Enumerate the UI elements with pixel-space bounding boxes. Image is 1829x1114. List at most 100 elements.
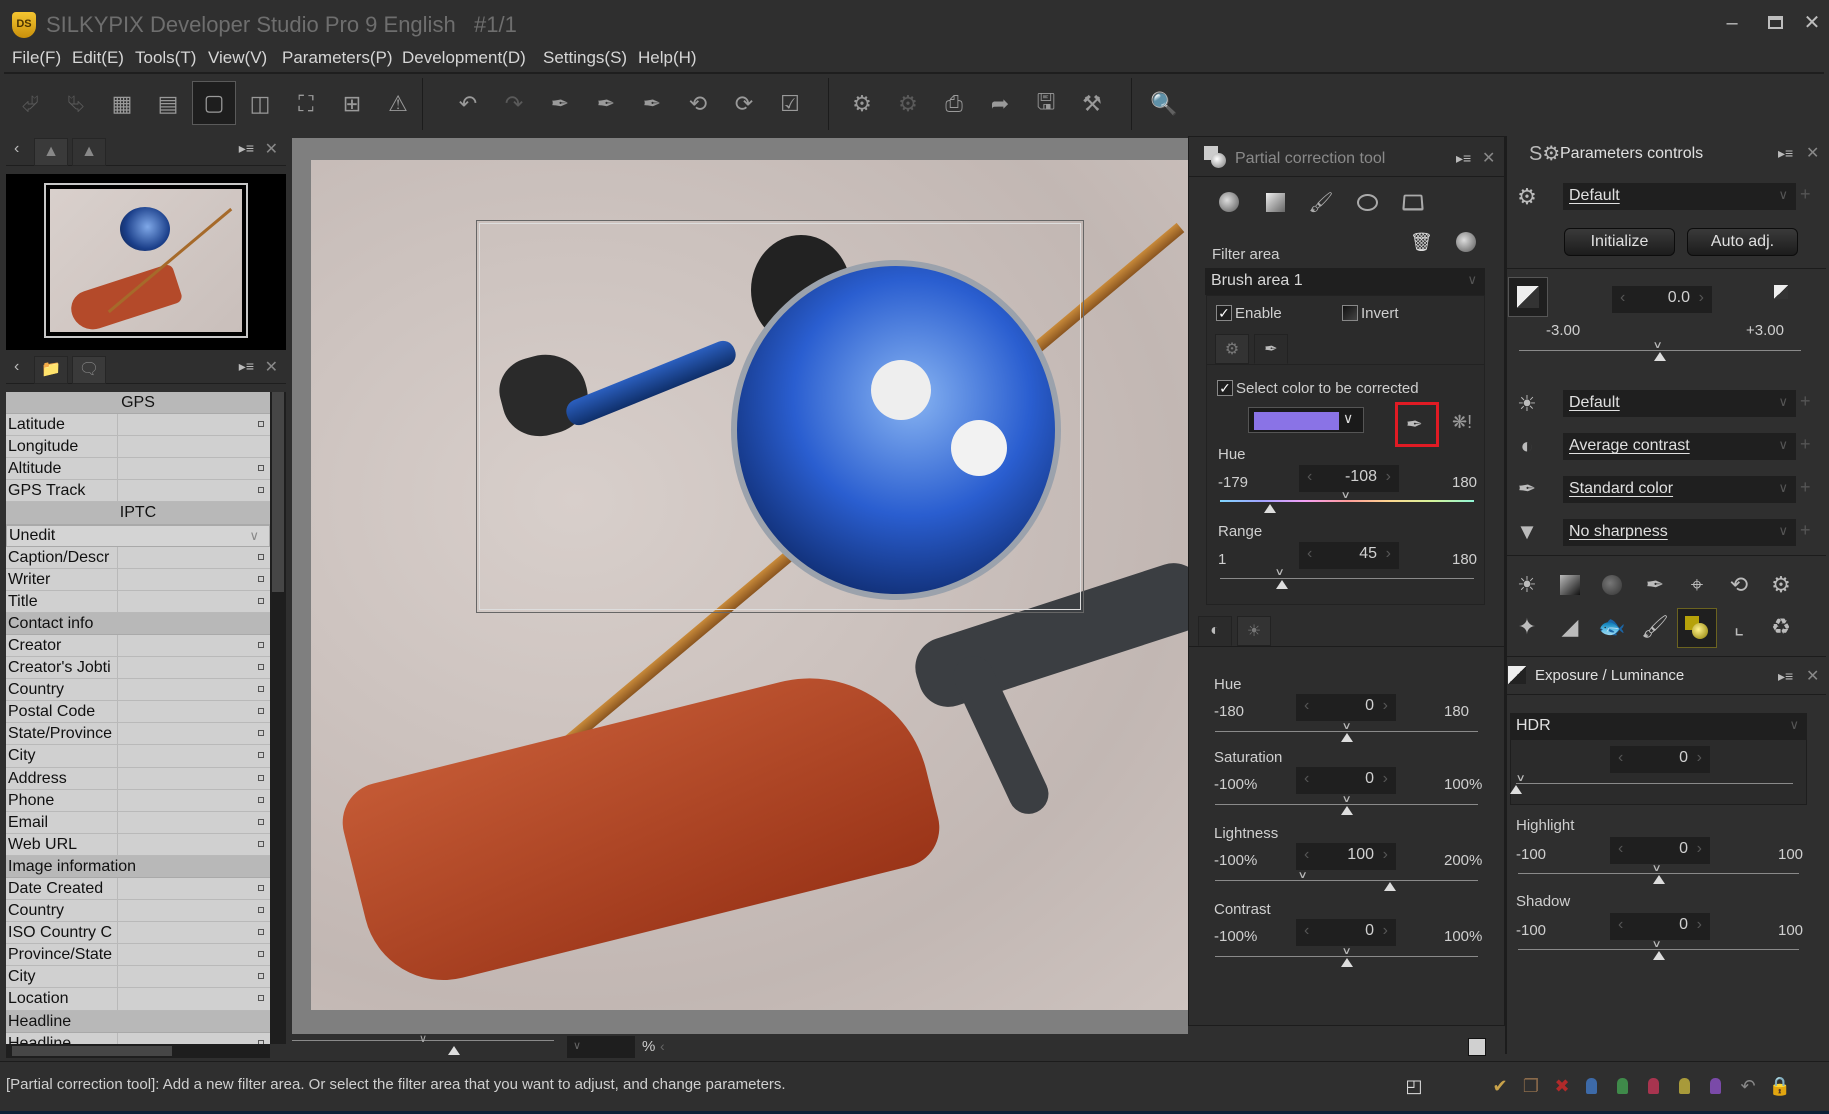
hdr-slider[interactable]: [1516, 783, 1793, 784]
metadata-row[interactable]: Province/State: [6, 944, 270, 967]
edit-box-icon[interactable]: [258, 951, 264, 958]
white-balance-select[interactable]: Default ∨: [1563, 390, 1796, 417]
panel-menu-icon[interactable]: ▸≡: [239, 358, 254, 375]
fullscreen-button[interactable]: ⛶: [286, 84, 326, 124]
panel-close-icon[interactable]: ✕: [1482, 148, 1495, 168]
increment-icon[interactable]: ›: [1697, 916, 1702, 934]
range-spinbox[interactable]: ‹ 45 ›: [1299, 542, 1399, 569]
decrement-icon[interactable]: ‹: [1304, 846, 1309, 864]
add-taste-button[interactable]: +: [1800, 184, 1811, 205]
metadata-row[interactable]: Longitude: [6, 436, 270, 459]
noise-reduction-tool[interactable]: [1597, 570, 1627, 600]
navigator-tab[interactable]: ▲: [34, 138, 68, 166]
edit-box-icon[interactable]: [258, 840, 264, 847]
hdr-select[interactable]: HDR ∨: [1510, 713, 1807, 740]
exposure-thumb[interactable]: [1654, 352, 1666, 361]
red-tag-icon[interactable]: [1648, 1078, 1659, 1094]
thumbnail-grid-button[interactable]: ▦: [102, 84, 142, 124]
export-button[interactable]: ➦: [980, 84, 1020, 124]
zoom-slider-thumb[interactable]: [448, 1046, 460, 1055]
metadata-row[interactable]: City: [6, 745, 270, 768]
single-preview-button[interactable]: ▢: [192, 81, 236, 125]
lightness-spinbox[interactable]: ‹ 100 ›: [1296, 843, 1396, 870]
edit-box-icon[interactable]: [258, 664, 264, 671]
grid-overlay-button[interactable]: ⊞: [332, 84, 372, 124]
panel-close-icon[interactable]: ✕: [265, 139, 278, 159]
rotation-tool[interactable]: ⟲: [1724, 570, 1754, 600]
metadata-row[interactable]: Altitude: [6, 458, 270, 481]
decrement-icon[interactable]: ‹: [1618, 749, 1623, 767]
saturation-spinbox[interactable]: ‹ 0 ›: [1296, 767, 1396, 794]
compare-view-button[interactable]: ◫: [240, 84, 280, 124]
metadata-row[interactable]: State/Province: [6, 723, 270, 746]
hue-thumb[interactable]: [1340, 733, 1353, 742]
white-balance-picker-button[interactable]: ✒: [540, 84, 580, 124]
initialize-button[interactable]: Initialize: [1564, 228, 1675, 256]
invert-checkbox[interactable]: [1342, 305, 1358, 321]
filter-settings-tab[interactable]: ⚙: [1215, 334, 1249, 364]
check-mark-icon[interactable]: ✔: [1490, 1075, 1510, 1097]
highlight-thumb[interactable]: [1652, 875, 1665, 884]
mark-check-button[interactable]: ☑: [770, 84, 810, 124]
increment-icon[interactable]: ›: [1699, 289, 1704, 307]
increment-icon[interactable]: ›: [1383, 770, 1388, 788]
hue-select-thumb[interactable]: [1264, 504, 1277, 513]
circular-gradient-tool[interactable]: [1216, 189, 1242, 215]
metadata-row[interactable]: Address: [6, 767, 270, 790]
selection-rectangle[interactable]: [476, 220, 1084, 613]
navigator-toggle-icon[interactable]: [1468, 1038, 1486, 1056]
panel-splitter[interactable]: [1505, 136, 1507, 1054]
page-icon[interactable]: ◰: [1404, 1075, 1424, 1097]
scroll-left-icon[interactable]: ‹: [660, 1038, 665, 1054]
advanced-settings-tool[interactable]: ⚙: [1766, 570, 1796, 600]
hue-select-spinbox[interactable]: ‹ -108 ›: [1299, 465, 1399, 492]
menu-help[interactable]: Help(H): [638, 48, 697, 68]
edit-box-icon[interactable]: [258, 907, 264, 914]
add-color-button[interactable]: +: [1800, 477, 1811, 498]
decrement-icon[interactable]: ‹: [1307, 468, 1312, 486]
metadata-row[interactable]: Creator's Jobti: [6, 657, 270, 680]
edit-box-icon[interactable]: [258, 774, 264, 781]
linear-gradient-tool[interactable]: [1262, 189, 1288, 215]
hdr-thumb[interactable]: [1510, 785, 1522, 794]
decrement-icon[interactable]: ‹: [1620, 289, 1625, 307]
color-picker-tool[interactable]: ✒: [1640, 570, 1670, 600]
next-image-button[interactable]: ⮱: [56, 84, 96, 124]
tone-select[interactable]: Average contrast ∨: [1563, 433, 1796, 460]
collapse-left-icon[interactable]: ‹: [14, 140, 19, 158]
hdr-spinbox[interactable]: ‹ 0 ›: [1610, 746, 1710, 773]
edit-box-icon[interactable]: [258, 641, 264, 648]
fisheye-tool[interactable]: 🐟: [1597, 612, 1627, 642]
edit-box-icon[interactable]: [258, 575, 264, 582]
exposure-bias-button[interactable]: [1508, 277, 1548, 317]
edit-box-icon[interactable]: [258, 686, 264, 693]
taste-select[interactable]: Default ∨: [1563, 183, 1796, 210]
increment-icon[interactable]: ›: [1697, 749, 1702, 767]
lock-icon[interactable]: 🔒: [1769, 1075, 1791, 1097]
menu-edit[interactable]: Edit(E): [72, 48, 124, 68]
metadata-scroll-thumb[interactable]: [272, 392, 284, 592]
edit-box-icon[interactable]: [258, 973, 264, 980]
iptc-mode-select[interactable]: Unedit ∨: [6, 524, 270, 547]
reject-icon[interactable]: ✖: [1552, 1075, 1572, 1097]
edit-box-icon[interactable]: [258, 929, 264, 936]
color-adjust-tab[interactable]: ◐: [1198, 616, 1232, 646]
increment-icon[interactable]: ›: [1386, 545, 1391, 563]
panel-menu-icon[interactable]: ▸≡: [1778, 668, 1793, 685]
color-select[interactable]: Standard color ∨: [1563, 476, 1796, 503]
edit-box-icon[interactable]: [258, 730, 264, 737]
collapse-left-icon[interactable]: ‹: [14, 358, 19, 376]
sharpness-select[interactable]: No sharpness ∨: [1563, 519, 1796, 546]
undo-button[interactable]: ↶: [448, 84, 488, 124]
loupe-button[interactable]: 🔍: [1144, 84, 1184, 124]
add-white-balance-button[interactable]: +: [1800, 391, 1811, 412]
increment-icon[interactable]: ›: [1386, 468, 1391, 486]
menu-tools[interactable]: Tools(T): [135, 48, 196, 68]
metadata-row[interactable]: Title: [6, 590, 270, 613]
decrement-icon[interactable]: ‹: [1618, 916, 1623, 934]
black-point-picker-button[interactable]: ✒: [632, 84, 672, 124]
panel-menu-icon[interactable]: ▸≡: [239, 140, 254, 157]
edit-box-icon[interactable]: [258, 752, 264, 759]
metadata-row[interactable]: GPS Track: [6, 480, 270, 503]
previous-image-button[interactable]: ⮰: [10, 84, 50, 124]
